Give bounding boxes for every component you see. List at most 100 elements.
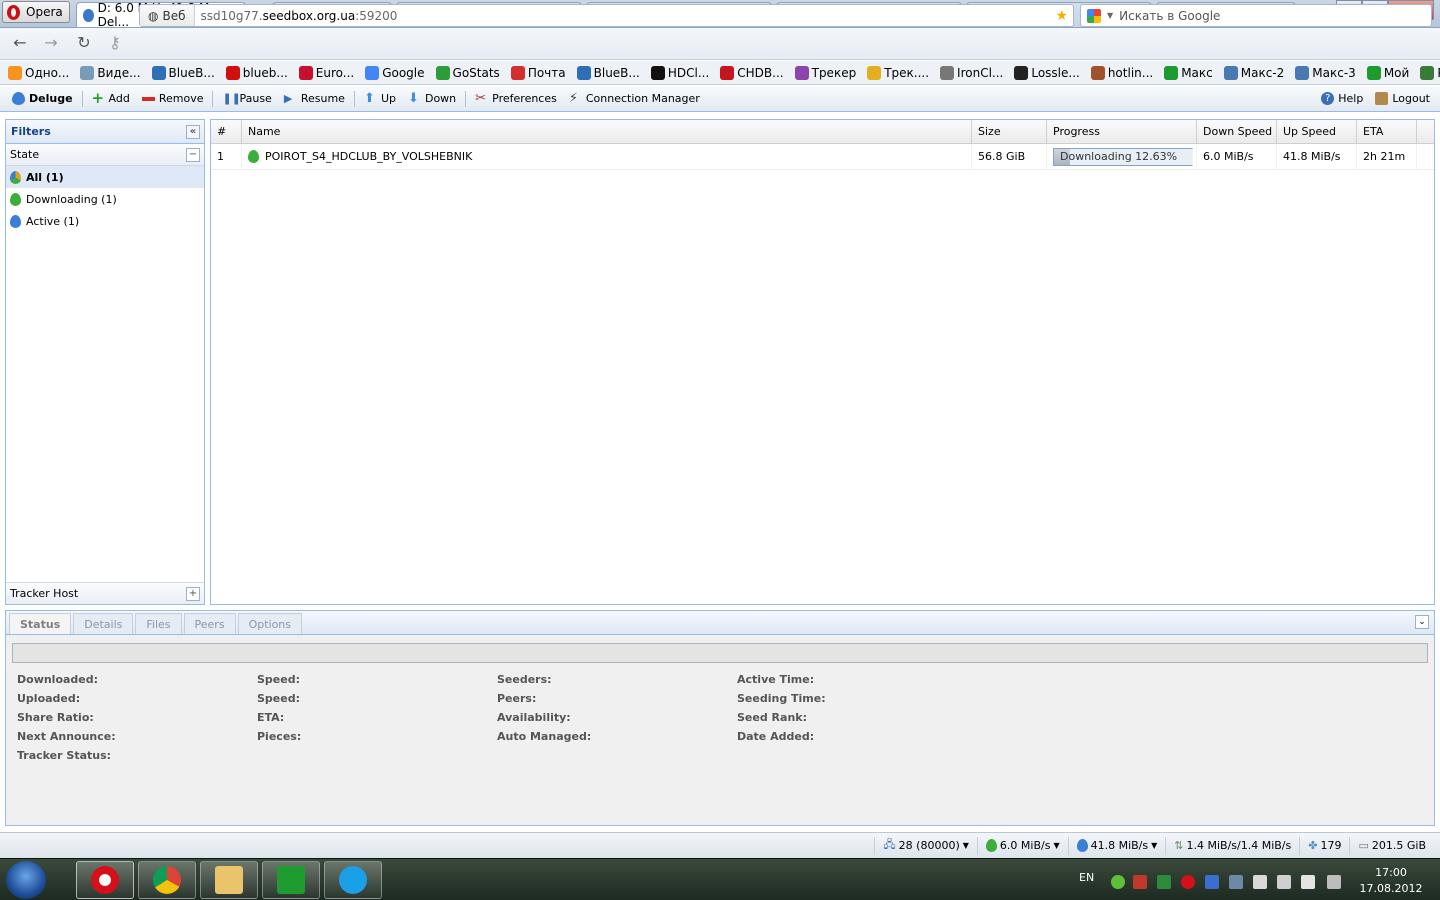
collapse-panel-icon[interactable]: « bbox=[186, 124, 200, 139]
tray-app-icon[interactable] bbox=[1111, 875, 1125, 889]
bookmark-favicon-icon bbox=[80, 65, 95, 80]
key-wand-icon[interactable]: ⚷ bbox=[104, 33, 126, 53]
bookmark-item[interactable]: HDCl... bbox=[650, 65, 709, 80]
bookmark-item[interactable]: Макс-2 bbox=[1223, 65, 1284, 80]
bookmark-item[interactable]: BlueB... bbox=[576, 65, 640, 80]
windows-start-button[interactable] bbox=[6, 861, 46, 899]
back-arrow-icon[interactable]: ← bbox=[9, 33, 31, 53]
bookmark-item[interactable]: CHDB... bbox=[720, 65, 784, 80]
bookmark-item[interactable]: Pictur... bbox=[1420, 65, 1440, 80]
download-speed-status[interactable]: 6.0 MiB/s ▼ bbox=[976, 836, 1068, 855]
column-header-down-speed[interactable]: Down Speed bbox=[1197, 120, 1277, 143]
google-icon bbox=[1087, 8, 1101, 23]
address-field[interactable]: ◍ Веб ssd10g77.seedbox.org.ua:59200 ★ bbox=[139, 4, 1074, 27]
bookmark-item[interactable]: hotlin... bbox=[1090, 65, 1153, 80]
collapse-details-icon[interactable]: ⌄ bbox=[1415, 615, 1429, 629]
preferences-button[interactable]: ✂ Preferences bbox=[469, 88, 563, 110]
bookmark-item[interactable]: Мой bbox=[1366, 65, 1409, 80]
taskbar-chrome[interactable] bbox=[138, 861, 196, 899]
opera-menu-button[interactable]: Opera bbox=[2, 1, 70, 23]
column-header-progress[interactable]: Progress bbox=[1047, 120, 1197, 143]
queue-down-button[interactable]: ⬇ Down bbox=[402, 88, 462, 110]
bookmark-item[interactable]: BlueB... bbox=[151, 65, 215, 80]
search-engine-chevron-icon[interactable]: ▼ bbox=[1107, 11, 1113, 20]
expand-tracker-icon[interactable]: + bbox=[186, 586, 200, 601]
bookmark-item[interactable]: IronCl... bbox=[940, 65, 1003, 80]
taskbar-utorrent[interactable] bbox=[262, 861, 320, 899]
connections-status[interactable]: 🖧 28 (80000) ▼ bbox=[874, 836, 977, 855]
tray-device-icon[interactable] bbox=[1229, 875, 1243, 889]
tab-details[interactable]: Details bbox=[73, 613, 134, 634]
tray-opera-icon[interactable] bbox=[1181, 875, 1195, 889]
filter-item-all[interactable]: All (1) bbox=[6, 166, 204, 188]
taskbar-opera[interactable] bbox=[76, 861, 134, 899]
search-input[interactable]: ▼ Искать в Google bbox=[1080, 4, 1432, 27]
queue-up-button[interactable]: ⬆ Up bbox=[358, 88, 402, 110]
tab-status[interactable]: Status bbox=[9, 613, 72, 634]
bookmark-item[interactable]: Макс bbox=[1164, 65, 1213, 80]
torrent-progress-cell: Downloading 12.63% bbox=[1047, 144, 1197, 169]
dht-status: ✤ 179 bbox=[1299, 836, 1349, 855]
taskbar-clock[interactable]: 17:00 17.08.2012 bbox=[1355, 865, 1427, 897]
tray-utorrent-icon[interactable] bbox=[1157, 875, 1171, 889]
filter-item-downloading[interactable]: Downloading (1) bbox=[6, 188, 204, 210]
collapse-state-icon[interactable]: − bbox=[186, 147, 200, 162]
bookmark-item[interactable]: Одно... bbox=[8, 65, 69, 80]
bluetooth-icon[interactable] bbox=[1205, 875, 1219, 889]
tab-options[interactable]: Options bbox=[237, 613, 303, 634]
column-header-up-speed[interactable]: Up Speed bbox=[1277, 120, 1357, 143]
tab-files[interactable]: Files bbox=[135, 613, 182, 634]
bookmark-item[interactable]: Трек.... bbox=[867, 65, 929, 80]
tab-peers[interactable]: Peers bbox=[183, 613, 236, 634]
bookmark-item[interactable]: Почта bbox=[510, 65, 566, 80]
arrow-down-icon: ⬇ bbox=[407, 91, 419, 106]
bookmark-item[interactable]: Google bbox=[365, 65, 425, 80]
bookmark-item[interactable]: Lossle... bbox=[1014, 65, 1080, 80]
filter-item-label: Active (1) bbox=[26, 214, 80, 228]
taskbar-skype[interactable] bbox=[324, 861, 382, 899]
state-group-header[interactable]: State − bbox=[6, 144, 204, 166]
toolbar-separator bbox=[81, 90, 83, 107]
resume-button[interactable]: ▶ Resume bbox=[278, 88, 351, 110]
web-security-badge[interactable]: ◍ Веб bbox=[140, 5, 195, 26]
filter-item-active[interactable]: Active (1) bbox=[6, 210, 204, 232]
column-header-name[interactable]: Name bbox=[242, 120, 972, 143]
bookmark-star-icon[interactable]: ★ bbox=[1055, 8, 1068, 24]
forward-arrow-icon[interactable]: → bbox=[40, 33, 62, 53]
bookmark-item[interactable]: GoStats bbox=[435, 65, 500, 80]
bookmark-item[interactable]: Euro... bbox=[298, 65, 354, 80]
tray-display-icon[interactable] bbox=[1277, 875, 1291, 889]
label-share-ratio: Share Ratio: bbox=[17, 711, 94, 724]
help-button[interactable]: ? Help bbox=[1315, 88, 1369, 110]
bookmark-favicon-icon bbox=[650, 65, 665, 80]
logout-button[interactable]: Logout bbox=[1369, 88, 1436, 110]
pause-button[interactable]: ❚❚ Pause bbox=[216, 88, 277, 110]
taskbar-explorer[interactable] bbox=[200, 861, 258, 899]
tray-network-icon[interactable] bbox=[1133, 875, 1147, 889]
utorrent-icon bbox=[277, 866, 305, 894]
column-header-size[interactable]: Size bbox=[972, 120, 1047, 143]
bookmark-item[interactable]: blueb... bbox=[225, 65, 288, 80]
tracker-host-group-header[interactable]: Tracker Host + bbox=[6, 582, 204, 604]
remove-button[interactable]: Remove bbox=[136, 88, 210, 110]
url-port: :59200 bbox=[355, 8, 398, 23]
language-indicator[interactable]: EN bbox=[1079, 871, 1094, 884]
volume-icon[interactable] bbox=[1327, 875, 1341, 889]
upload-speed-status[interactable]: 41.8 MiB/s ▼ bbox=[1067, 836, 1166, 855]
column-header-index[interactable]: # bbox=[211, 120, 242, 143]
clock-time: 17:00 bbox=[1375, 866, 1407, 879]
column-header-eta[interactable]: ETA bbox=[1357, 120, 1417, 143]
torrent-row[interactable]: 1 POIROT_S4_HDCLUB_BY_VOLSHEBNIK 56.8 Gi… bbox=[211, 144, 1434, 170]
bookmark-item[interactable]: Макс-3 bbox=[1295, 65, 1356, 80]
bookmark-label: Виде... bbox=[97, 65, 141, 80]
reload-icon[interactable]: ↻ bbox=[73, 33, 95, 53]
bookmark-item[interactable]: Виде... bbox=[80, 65, 141, 80]
network-monitor-icon[interactable] bbox=[1301, 875, 1315, 889]
download-icon bbox=[985, 839, 997, 852]
connection-manager-button[interactable]: ⚡ Connection Manager bbox=[563, 88, 706, 110]
bookmark-item[interactable]: Трекер bbox=[794, 65, 856, 80]
action-center-flag-icon[interactable] bbox=[1253, 875, 1267, 889]
deluge-brand-label: Deluge bbox=[29, 92, 73, 105]
bookmark-favicon-icon bbox=[867, 65, 882, 80]
add-button[interactable]: + Add bbox=[86, 88, 136, 110]
